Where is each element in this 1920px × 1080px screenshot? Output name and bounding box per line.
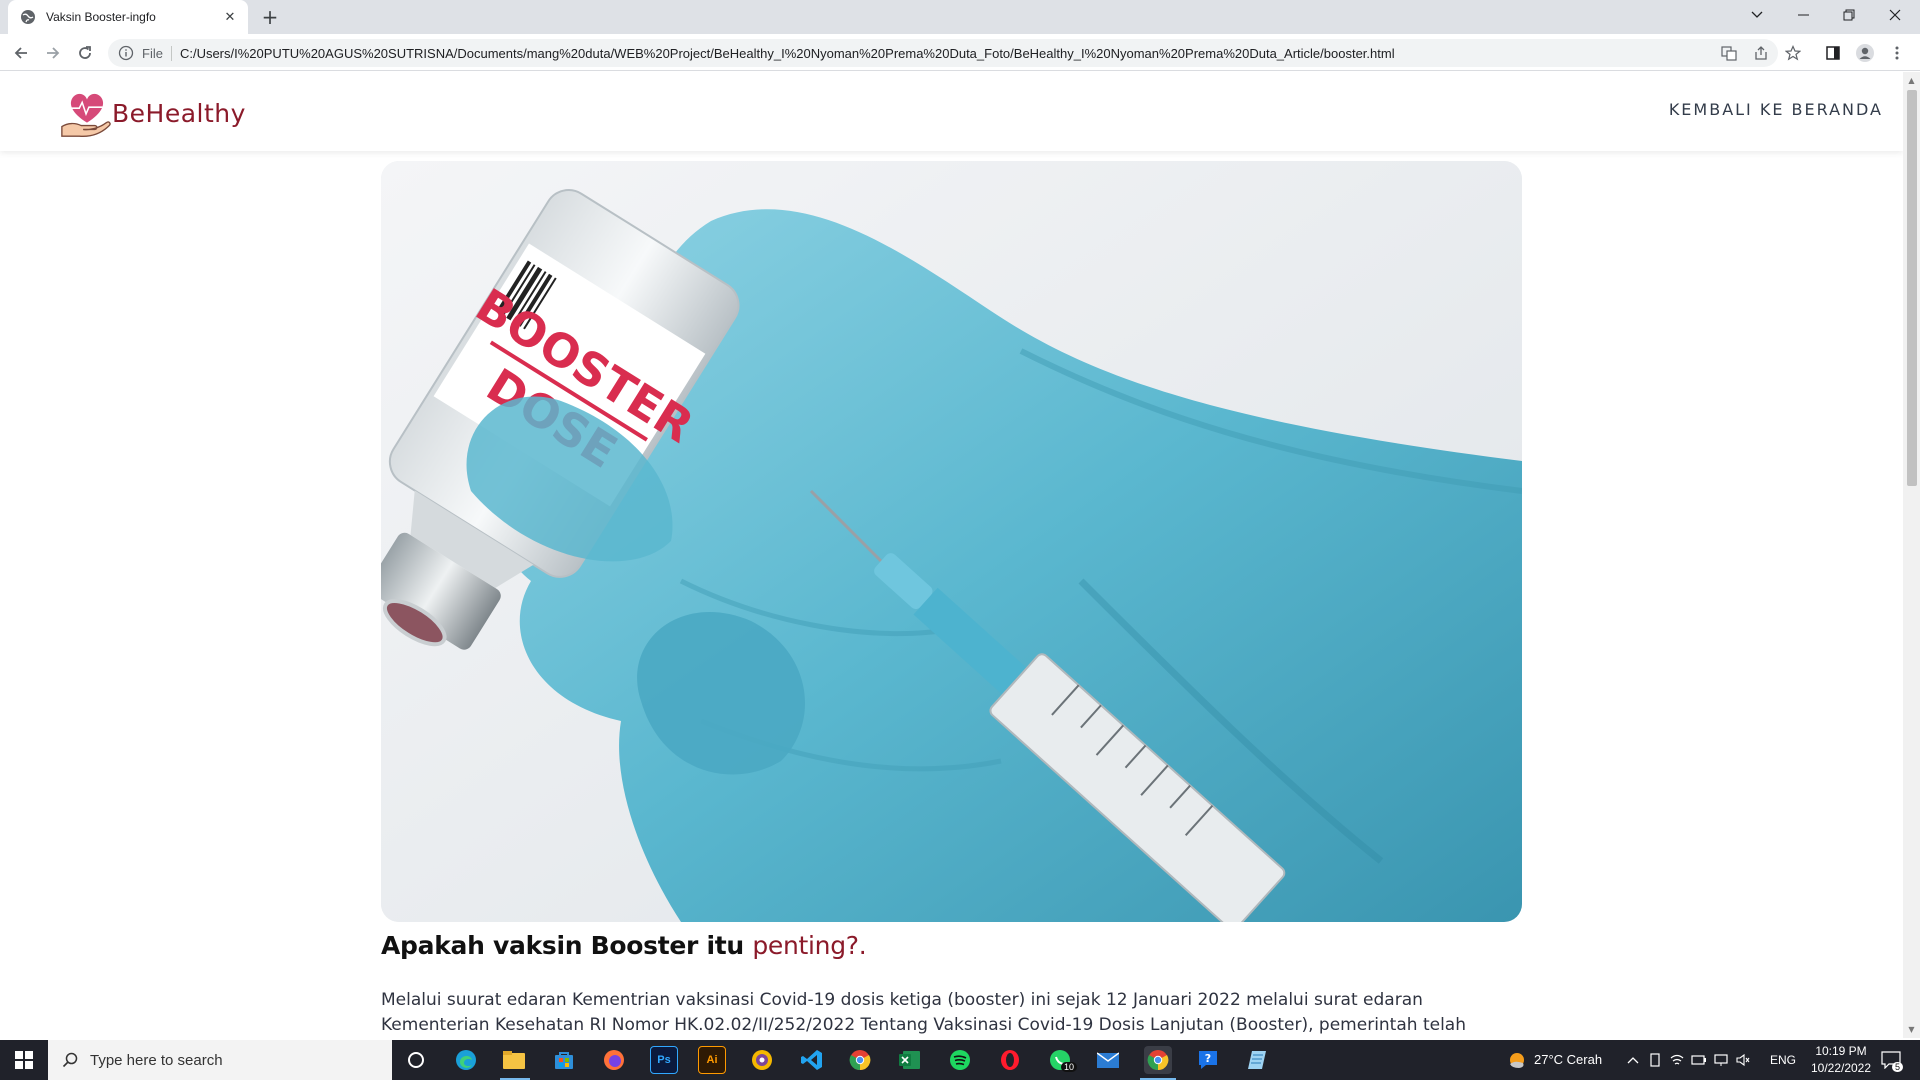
whatsapp-badge: 10 [1061, 1062, 1078, 1072]
scrollbar-thumb[interactable] [1907, 90, 1917, 486]
taskbar-search-box[interactable]: Type here to search [48, 1040, 392, 1080]
address-bar[interactable]: File C:/Users/I%20PUTU%20AGUS%20SUTRISNA… [108, 39, 1778, 67]
mail-icon[interactable] [1094, 1046, 1122, 1074]
tor-icon[interactable] [748, 1046, 776, 1074]
page-viewport: BeHealthy KEMBALI KE BERANDA BOOSTER Apa… [0, 72, 1903, 1038]
vscode-icon[interactable] [798, 1046, 826, 1074]
windows-taskbar: Type here to search Ps Ai 10 ? 27°C Cera… [0, 1040, 1920, 1080]
wifi-icon[interactable] [1669, 1052, 1685, 1068]
minimize-window-button[interactable] [1780, 0, 1826, 30]
site-logo-text: BeHealthy [112, 98, 246, 128]
heart-hand-logo-icon [61, 93, 111, 138]
side-panel-icon[interactable] [1824, 44, 1842, 62]
back-to-home-link[interactable]: KEMBALI KE BERANDA [1669, 100, 1883, 119]
clock-date[interactable]: 10/22/2022 [1806, 1061, 1876, 1075]
file-explorer-icon[interactable] [500, 1046, 528, 1074]
article-title-accent: penting?. [752, 931, 867, 960]
site-header: BeHealthy KEMBALI KE BERANDA [0, 72, 1903, 151]
device-icon[interactable] [1647, 1052, 1663, 1068]
spotify-icon[interactable] [946, 1046, 974, 1074]
illustrator-icon[interactable]: Ai [698, 1046, 726, 1074]
restore-window-button[interactable] [1826, 0, 1872, 30]
profile-avatar-icon[interactable] [1856, 44, 1874, 62]
hero-image-booster-vial: BOOSTER DOSE [381, 161, 1522, 922]
reload-icon[interactable] [72, 40, 98, 66]
notepad-icon[interactable] [1244, 1046, 1272, 1074]
svg-text:?: ? [1205, 1052, 1211, 1065]
site-logo[interactable]: BeHealthy [58, 84, 246, 142]
cortana-icon[interactable] [402, 1046, 430, 1074]
display-icon[interactable] [1713, 1052, 1729, 1068]
scroll-down-arrow-icon[interactable]: ▼ [1903, 1021, 1920, 1038]
taskbar-search-placeholder: Type here to search [90, 1051, 223, 1069]
photoshop-icon[interactable]: Ps [650, 1046, 678, 1074]
translate-icon[interactable] [1720, 44, 1738, 62]
browser-tab-strip: Vaksin Booster-ingfo ✕ + [0, 0, 1920, 34]
browser-tab[interactable]: Vaksin Booster-ingfo ✕ [8, 0, 248, 34]
close-window-button[interactable] [1872, 0, 1918, 30]
url-scheme-label: File [142, 45, 172, 61]
article-title: Apakah vaksin Booster itu penting?. [381, 931, 867, 960]
info-icon[interactable] [118, 45, 134, 61]
share-icon[interactable] [1752, 44, 1770, 62]
language-indicator[interactable]: ENG [1770, 1053, 1796, 1067]
clock-time[interactable]: 10:19 PM [1810, 1044, 1872, 1058]
excel-icon[interactable] [896, 1046, 924, 1074]
help-icon[interactable]: ? [1194, 1046, 1222, 1074]
back-arrow-icon[interactable] [8, 40, 34, 66]
windows-logo-icon [15, 1051, 33, 1069]
firefox-icon[interactable] [600, 1046, 628, 1074]
chrome-icon[interactable] [846, 1046, 874, 1074]
search-icon [62, 1052, 78, 1068]
article-paragraph: Melalui suurat edaran Kementrian vaksina… [381, 990, 1466, 1035]
store-icon[interactable] [550, 1046, 578, 1074]
scroll-up-arrow-icon[interactable]: ▲ [1903, 72, 1920, 89]
bookmark-star-icon[interactable] [1784, 44, 1802, 62]
forward-arrow-icon[interactable] [40, 40, 66, 66]
speaker-muted-icon[interactable] [1735, 1052, 1751, 1068]
opera-icon[interactable] [996, 1046, 1024, 1074]
url-text[interactable]: C:/Users/I%20PUTU%20AGUS%20SUTRISNA/Docu… [180, 46, 1395, 61]
close-tab-icon[interactable]: ✕ [222, 9, 238, 25]
page-scrollbar[interactable]: ▲ ▼ [1903, 72, 1920, 1038]
browser-toolbar: File C:/Users/I%20PUTU%20AGUS%20SUTRISNA… [0, 34, 1920, 71]
notification-count-badge: 5 [1892, 1062, 1904, 1072]
tab-search-icon[interactable] [1734, 0, 1780, 30]
weather-sun-icon[interactable] [1506, 1052, 1528, 1068]
kebab-menu-icon[interactable] [1888, 44, 1906, 62]
article-title-text: Apakah vaksin Booster itu [381, 931, 753, 960]
battery-plug-icon[interactable] [1691, 1052, 1707, 1068]
chrome-active-icon[interactable] [1144, 1046, 1172, 1074]
chevron-up-icon[interactable] [1625, 1052, 1641, 1068]
tab-title: Vaksin Booster-ingfo [46, 10, 156, 24]
windows-start-button[interactable] [0, 1040, 48, 1080]
new-tab-button[interactable]: + [258, 5, 282, 29]
weather-text[interactable]: 27°C Cerah [1534, 1052, 1602, 1067]
edge-icon[interactable] [452, 1046, 480, 1074]
globe-icon [21, 10, 35, 24]
